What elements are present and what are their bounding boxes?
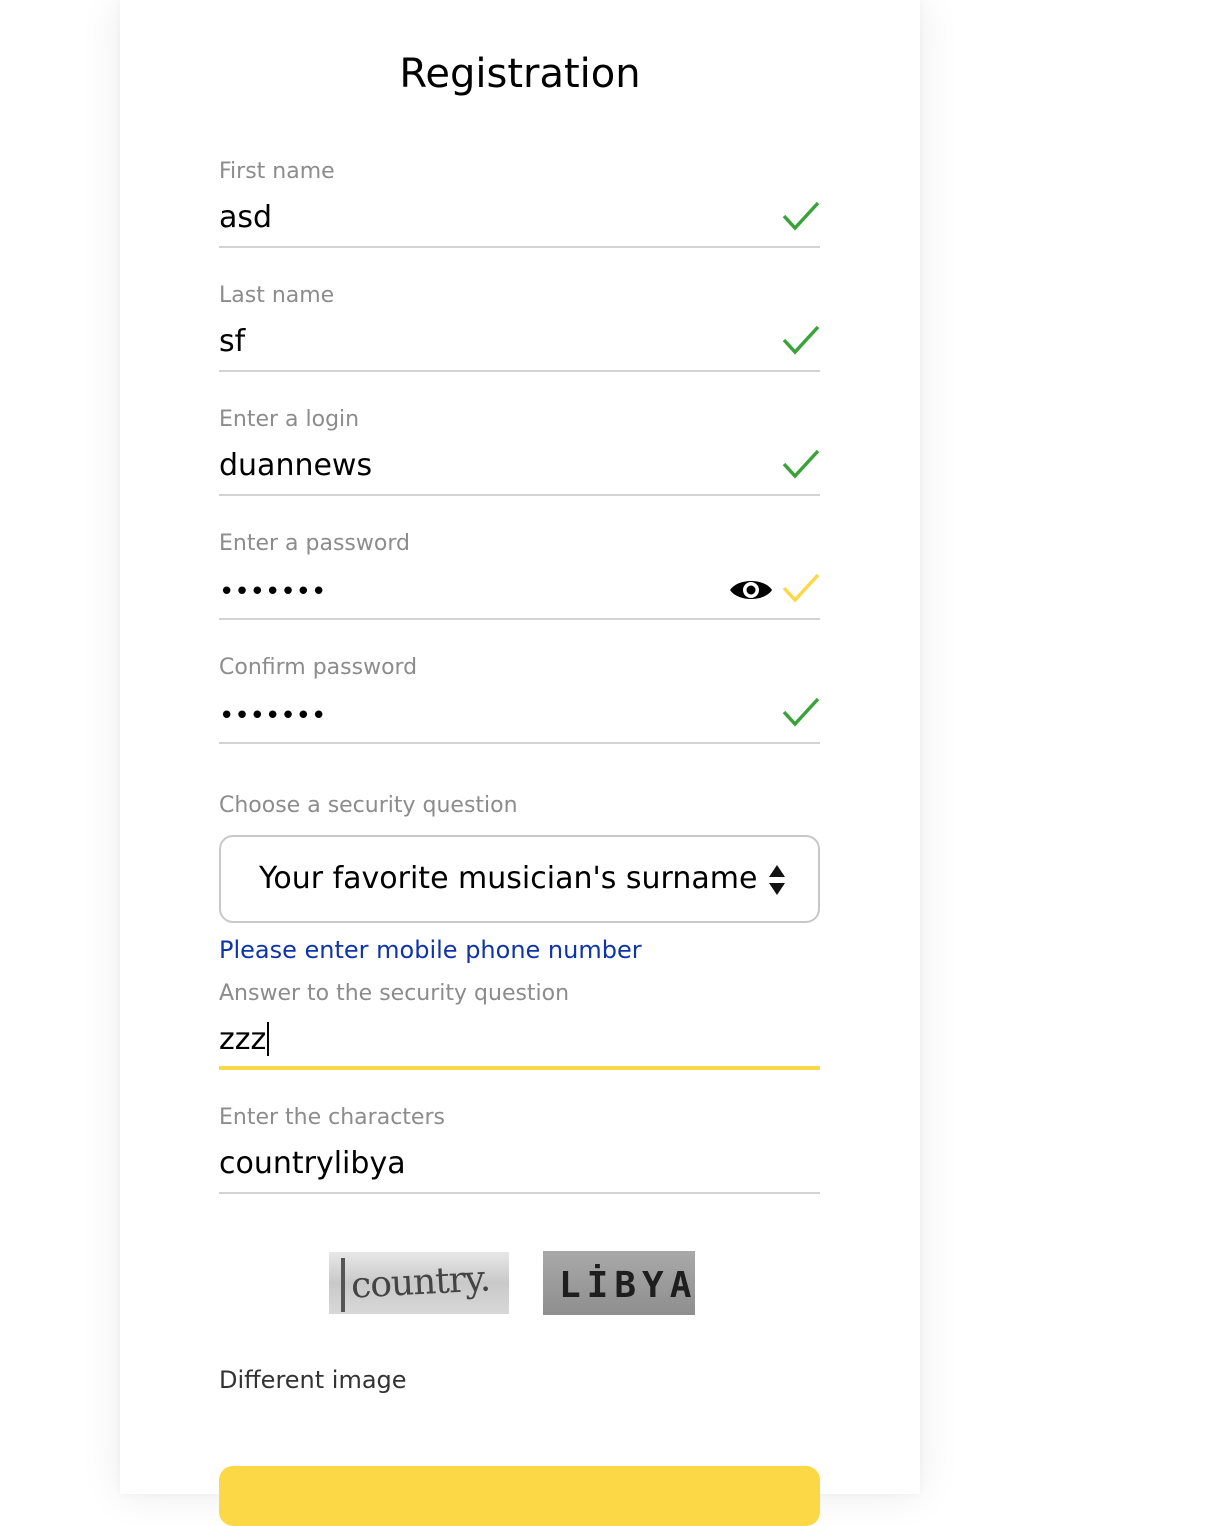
page-title: Registration — [399, 51, 641, 97]
first-name-field[interactable]: First name asd — [219, 158, 820, 250]
answer-underline — [219, 1066, 820, 1070]
security-question-value: Your favorite musician's surname — [259, 861, 758, 896]
check-icon — [782, 449, 820, 479]
first-name-label: First name — [219, 159, 335, 184]
captcha-field[interactable]: Enter the characters countrylibya — [219, 1104, 820, 1196]
login-label: Enter a login — [219, 407, 360, 432]
select-arrows-icon — [769, 865, 785, 895]
eye-icon[interactable] — [728, 574, 774, 606]
answer-text: zzz — [219, 1022, 267, 1057]
security-question-select[interactable]: Your favorite musician's surname — [219, 835, 820, 923]
confirm-password-underline — [219, 742, 820, 744]
check-icon — [782, 201, 820, 231]
confirm-password-field[interactable]: Confirm password ••••••• — [219, 654, 820, 746]
login-field[interactable]: Enter a login duannews — [219, 406, 820, 498]
password-field[interactable]: Enter a password ••••••• — [219, 530, 820, 622]
password-underline — [219, 618, 820, 620]
answer-input[interactable]: zzz — [219, 1020, 270, 1060]
first-name-underline — [219, 246, 820, 248]
check-icon — [782, 697, 820, 727]
mobile-phone-link[interactable]: Please enter mobile phone number — [219, 935, 642, 965]
login-input[interactable]: duannews — [219, 446, 372, 486]
registration-card: Registration First name asd Last name sf… — [120, 0, 920, 1526]
password-input[interactable]: ••••••• — [219, 572, 326, 612]
first-name-input[interactable]: asd — [219, 198, 272, 238]
text-caret — [267, 1021, 270, 1056]
answer-label: Answer to the security question — [219, 981, 570, 1006]
last-name-field[interactable]: Last name sf — [219, 282, 820, 374]
security-question-label: Choose a security question — [219, 793, 518, 818]
captcha-word-1: country. — [350, 1258, 491, 1307]
last-name-input[interactable]: sf — [219, 322, 245, 362]
warning-check-icon — [782, 573, 820, 603]
confirm-password-label: Confirm password — [219, 655, 418, 680]
captcha-image-1: country. — [329, 1252, 509, 1314]
captcha-input[interactable]: countrylibya — [219, 1144, 406, 1184]
captcha-image-2: LİBYA — [543, 1251, 695, 1315]
check-icon — [782, 325, 820, 355]
captcha-noise — [341, 1258, 345, 1312]
confirm-password-input[interactable]: ••••••• — [219, 696, 326, 736]
answer-field[interactable]: Answer to the security question zzz — [219, 980, 820, 1072]
captcha-word-2: LİBYA — [559, 1265, 698, 1306]
password-label: Enter a password — [219, 531, 410, 556]
different-image-link[interactable]: Different image — [219, 1364, 407, 1396]
captcha-underline — [219, 1192, 820, 1194]
submit-button[interactable] — [219, 1466, 820, 1526]
login-underline — [219, 494, 820, 496]
last-name-underline — [219, 370, 820, 372]
captcha-label: Enter the characters — [219, 1105, 445, 1130]
last-name-label: Last name — [219, 283, 335, 308]
